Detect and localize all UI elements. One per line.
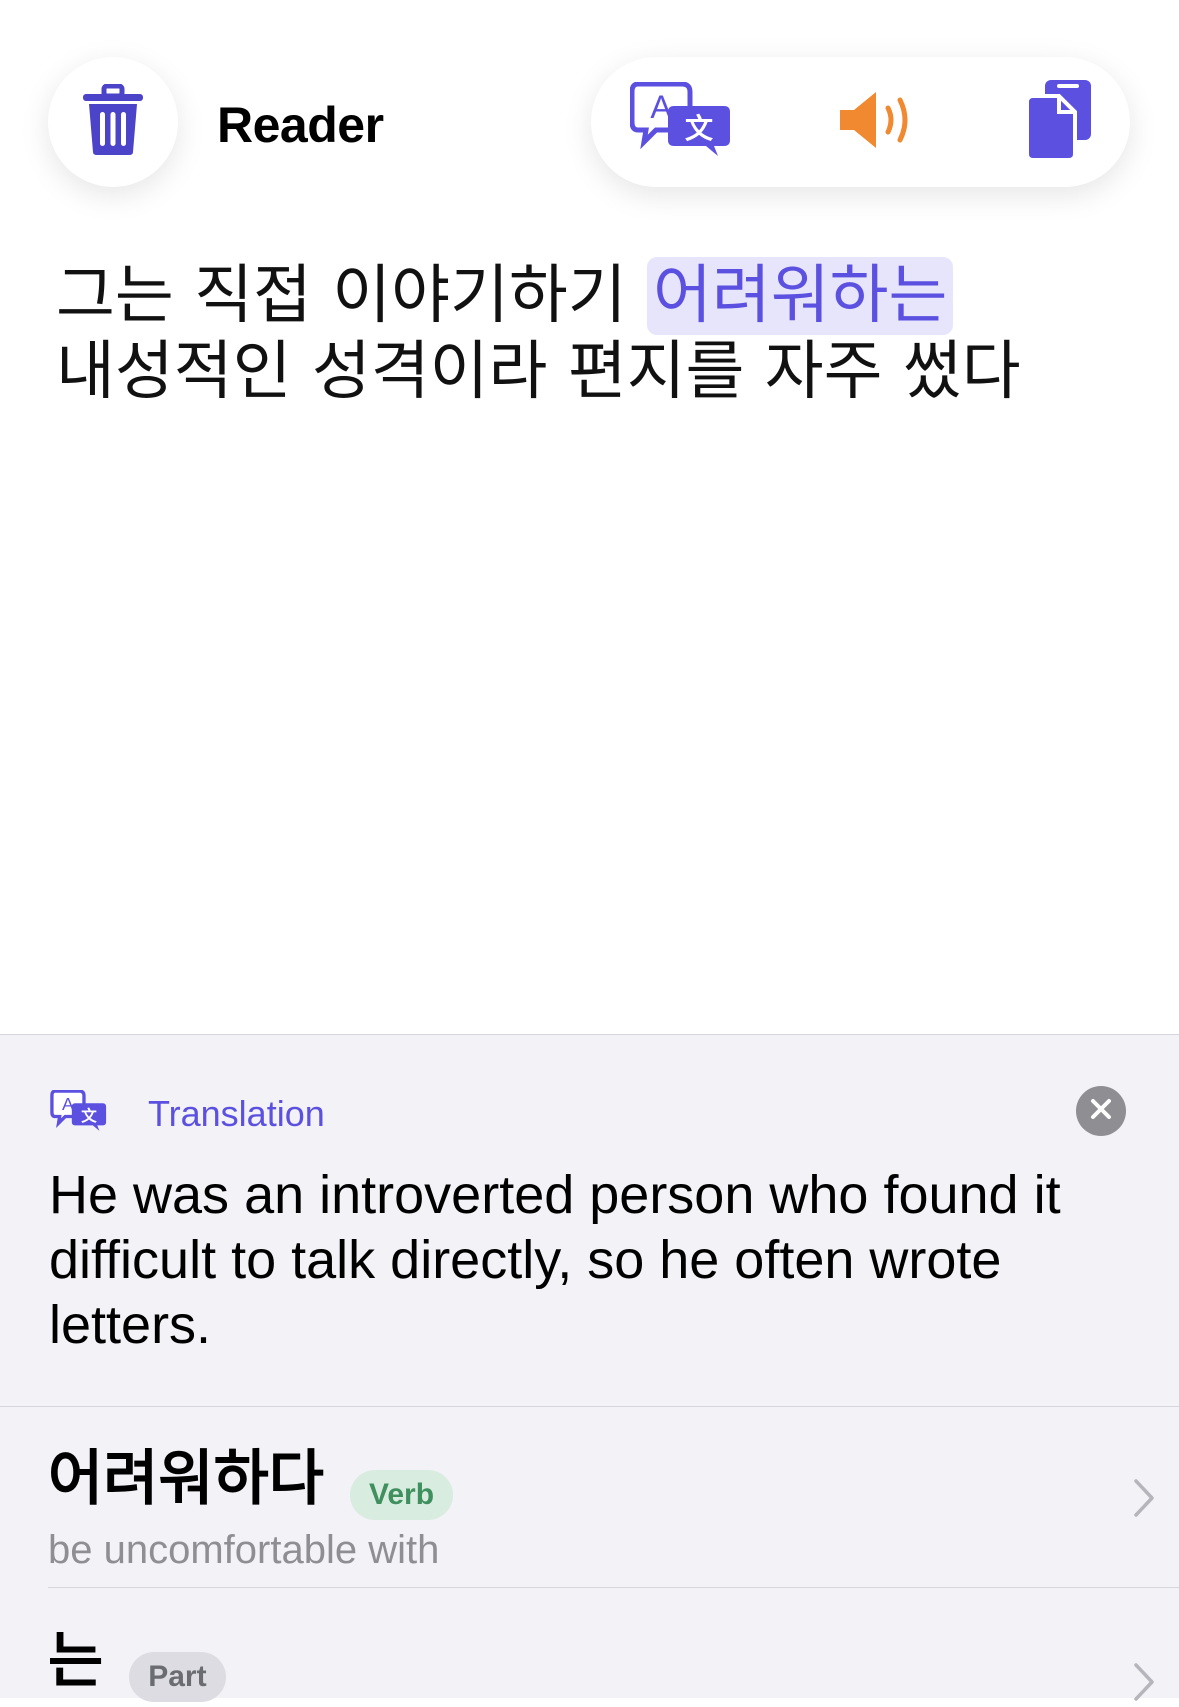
speaker-icon xyxy=(838,90,914,155)
translate-icon: A 文 xyxy=(50,1089,108,1137)
translation-text: He was an introverted person who found i… xyxy=(49,1165,1061,1355)
pos-badge: Verb xyxy=(350,1469,454,1520)
trash-icon xyxy=(83,83,143,161)
delete-button[interactable] xyxy=(48,57,178,187)
svg-text:文: 文 xyxy=(685,112,713,145)
divider xyxy=(0,1406,1179,1407)
action-toolbar: A 文 xyxy=(591,57,1130,187)
word-meaning: be uncomfortable with xyxy=(48,1527,440,1572)
source-sentence: 그는 직접 이야기하기 어려워하는 내성적인 성격이라 편지를 자주 썼다 xyxy=(56,257,1136,410)
close-button[interactable] xyxy=(1076,1086,1126,1136)
translation-label: Translation xyxy=(148,1092,325,1134)
translate-button[interactable]: A 文 xyxy=(629,57,732,187)
page-title: Reader xyxy=(217,97,384,153)
chevron-right-icon xyxy=(1133,1662,1155,1707)
speak-button[interactable] xyxy=(831,57,921,187)
translation-header: A 文 Translation xyxy=(50,1089,325,1137)
highlighted-word[interactable]: 어려워하는 xyxy=(646,257,954,335)
sentence-text[interactable]: 그는 직접 이야기하기 xyxy=(56,259,647,333)
copy-button[interactable] xyxy=(1016,57,1101,187)
copy-icon xyxy=(1024,78,1093,167)
pos-badge: Part xyxy=(129,1651,226,1702)
word-row-verb[interactable]: 어려워하다 Verb be uncomfortable with xyxy=(48,1430,1179,1580)
translate-icon: A 文 xyxy=(629,81,732,163)
svg-text:文: 文 xyxy=(81,1106,97,1125)
word-row-particle[interactable]: 는 Part xyxy=(48,1612,1179,1702)
word-text: 는 xyxy=(48,1626,104,1696)
chevron-right-icon xyxy=(1133,1478,1155,1523)
word-text: 어려워하다 xyxy=(48,1444,324,1514)
close-icon xyxy=(1090,1098,1112,1125)
divider xyxy=(48,1587,1179,1588)
sentence-text[interactable]: 내성적인 성격이라 편지를 자주 썼다 xyxy=(56,335,1021,409)
